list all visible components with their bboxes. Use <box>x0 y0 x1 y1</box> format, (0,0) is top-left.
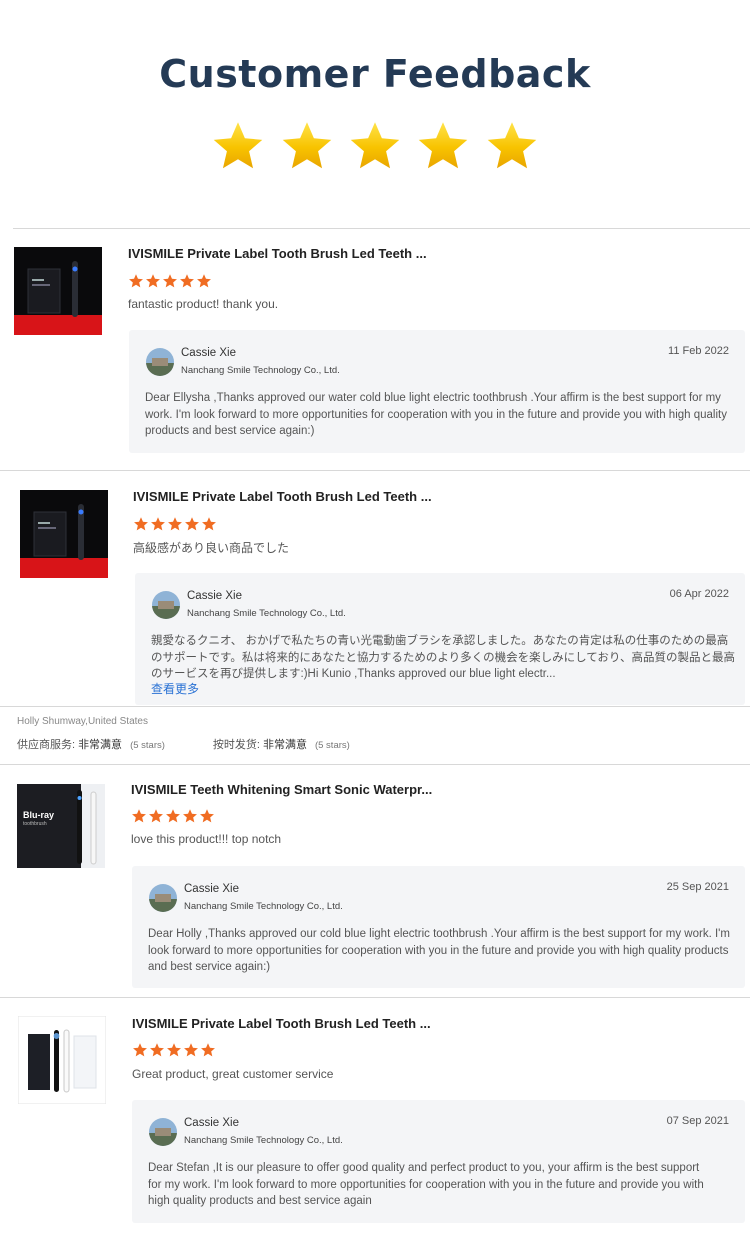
avatar <box>146 348 174 376</box>
thumbnail-sub-text: toothbrush <box>23 821 47 827</box>
supplier-service-value: 非常满意 <box>78 739 123 751</box>
overall-rating-stars <box>0 118 750 179</box>
product-title-link[interactable]: IVISMILE Private Label Tooth Brush Led T… <box>133 489 432 504</box>
star-icon <box>415 118 471 174</box>
product-title-link[interactable]: IVISMILE Private Label Tooth Brush Led T… <box>132 1016 431 1031</box>
product-thumbnail[interactable] <box>14 247 102 335</box>
star-icon <box>131 808 147 824</box>
star-icon <box>183 1042 199 1058</box>
supplier-service-count: (5 stars) <box>130 740 165 751</box>
divider <box>0 706 750 707</box>
review-comment: Great product, great customer service <box>132 1067 334 1081</box>
reply-company: Nanchang Smile Technology Co., Ltd. <box>184 1135 343 1146</box>
star-icon <box>165 808 181 824</box>
review-card: IVISMILE Private Label Tooth Brush Led T… <box>0 229 750 469</box>
star-icon <box>128 273 144 289</box>
star-icon <box>279 118 335 174</box>
star-icon <box>149 1042 165 1058</box>
star-icon <box>184 516 200 532</box>
reply-date: 25 Sep 2021 <box>666 881 729 893</box>
product-title-link[interactable]: IVISMILE Private Label Tooth Brush Led T… <box>128 246 427 261</box>
supplier-service-label: 供应商服务: <box>17 739 76 751</box>
star-icon <box>200 1042 216 1058</box>
supplier-reply: Cassie Xie Nanchang Smile Technology Co.… <box>129 330 745 453</box>
thumbnail-brand-text: Blu-ray <box>23 810 55 820</box>
star-icon <box>148 808 164 824</box>
star-icon <box>347 118 403 174</box>
reply-text: Dear Holly ,Thanks approved our cold blu… <box>148 928 730 973</box>
reply-company: Nanchang Smile Technology Co., Ltd. <box>181 365 340 376</box>
star-icon <box>484 118 540 174</box>
supplier-reply: Cassie Xie Nanchang Smile Technology Co.… <box>132 866 745 988</box>
reply-author-name: Cassie Xie <box>184 883 239 895</box>
product-thumbnail[interactable] <box>20 490 108 578</box>
rating-stars <box>133 516 218 532</box>
star-icon <box>133 516 149 532</box>
supplier-reply: Cassie Xie Nanchang Smile Technology Co.… <box>132 1100 745 1223</box>
reviewer-name: Holly Shumway,United States <box>17 716 148 727</box>
rating-stars <box>131 808 216 824</box>
star-icon <box>201 516 217 532</box>
reply-date: 07 Sep 2021 <box>666 1115 729 1127</box>
supplier-reply: Cassie Xie Nanchang Smile Technology Co.… <box>135 573 745 705</box>
reply-company: Nanchang Smile Technology Co., Ltd. <box>187 608 346 619</box>
on-time-value: 非常满意 <box>262 739 307 751</box>
reply-author-name: Cassie Xie <box>184 1117 239 1129</box>
avatar <box>149 884 177 912</box>
star-icon <box>179 273 195 289</box>
star-icon <box>166 1042 182 1058</box>
star-icon <box>199 808 215 824</box>
review-comment: fantastic product! thank you. <box>128 297 279 311</box>
star-icon <box>196 273 212 289</box>
reply-text: Dear Stefan ,It is our pleasure to offer… <box>148 1162 704 1207</box>
review-card: IVISMILE Private Label Tooth Brush Led T… <box>0 998 750 1230</box>
reply-text: 親愛なるクニオ、 おかげで私たちの青い光電動歯ブラシを承認しました。あなたの肯定… <box>151 635 735 680</box>
reply-date: 11 Feb 2022 <box>668 345 729 357</box>
rating-breakdown: 供应商服务: 非常满意 (5 stars) 按时发货: 非常满意 (5 stars) <box>17 736 350 752</box>
reply-author-name: Cassie Xie <box>187 590 242 602</box>
star-icon <box>145 273 161 289</box>
rating-stars <box>132 1042 217 1058</box>
star-icon <box>132 1042 148 1058</box>
star-icon <box>150 516 166 532</box>
review-card: Blu-ray toothbrush IVISMILE Teeth Whiten… <box>0 765 750 997</box>
on-time-label: 按时发货: <box>212 739 260 751</box>
star-icon <box>182 808 198 824</box>
product-title-link[interactable]: IVISMILE Teeth Whitening Smart Sonic Wat… <box>131 782 432 797</box>
reply-date: 06 Apr 2022 <box>669 588 729 600</box>
star-icon <box>210 118 266 174</box>
reply-text: Dear Ellysha ,Thanks approved our water … <box>145 392 727 437</box>
see-more-link[interactable]: 查看更多 <box>151 680 199 697</box>
review-comment: love this product!!! top notch <box>131 832 282 846</box>
rating-stars <box>128 273 213 289</box>
avatar <box>149 1118 177 1146</box>
on-time-count: (5 stars) <box>314 740 350 751</box>
star-icon <box>162 273 178 289</box>
avatar <box>152 591 180 619</box>
review-comment: 高級感があり良い商品でした <box>133 541 290 555</box>
reply-company: Nanchang Smile Technology Co., Ltd. <box>184 901 343 912</box>
reply-author-name: Cassie Xie <box>181 347 236 359</box>
divider <box>0 470 750 471</box>
review-card: IVISMILE Private Label Tooth Brush Led T… <box>0 472 750 705</box>
star-icon <box>167 516 183 532</box>
page-title: Customer Feedback <box>159 52 591 96</box>
product-thumbnail[interactable] <box>18 1016 106 1104</box>
